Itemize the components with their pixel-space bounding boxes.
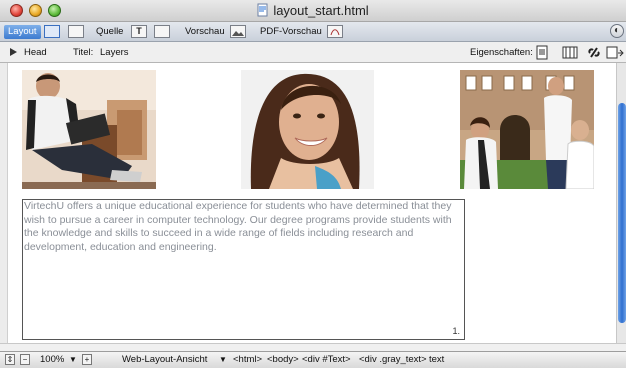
doc-icon bbox=[257, 3, 268, 17]
scrollbar-thumb[interactable] bbox=[618, 103, 626, 323]
head-label[interactable]: Head bbox=[24, 47, 47, 58]
breadcrumb-html[interactable]: <html> bbox=[233, 354, 262, 365]
title-value[interactable]: Layers bbox=[100, 47, 129, 58]
zoom-in-button[interactable]: + bbox=[82, 354, 92, 365]
toolbar-toggle-icon[interactable]: ◐ bbox=[610, 24, 624, 38]
columns-icon[interactable] bbox=[562, 45, 578, 60]
photo-smiling-woman[interactable] bbox=[241, 70, 374, 189]
app-window: layout_start.html Layout Quelle T Vorsch… bbox=[0, 0, 626, 368]
layer-number: 1. bbox=[452, 326, 460, 336]
tab-preview[interactable]: Vorschau bbox=[185, 25, 225, 39]
zoom-level[interactable]: 100% bbox=[40, 354, 64, 365]
zoom-out-button[interactable]: − bbox=[20, 354, 30, 365]
view-mode-dropdown-icon[interactable]: ▼ bbox=[219, 355, 227, 364]
stepper-icon[interactable]: ⇕ bbox=[5, 354, 15, 365]
zoom-dropdown-icon[interactable]: ▼ bbox=[69, 355, 77, 364]
horizontal-scrollbar[interactable] bbox=[0, 343, 626, 351]
head-bar: Head Titel: Layers Eigenschaften: bbox=[0, 42, 626, 63]
breadcrumb-text[interactable]: text bbox=[429, 354, 444, 365]
grid-icon[interactable] bbox=[44, 25, 60, 38]
layout-canvas[interactable]: VirtechU offers a unique educational exp… bbox=[7, 63, 616, 343]
panel-icon[interactable] bbox=[606, 45, 624, 60]
photo-student-laptop[interactable] bbox=[22, 70, 156, 189]
triangle-icon[interactable] bbox=[10, 48, 17, 56]
tab-source[interactable]: Quelle bbox=[96, 25, 123, 39]
photo-campus-students[interactable] bbox=[460, 70, 594, 189]
link-icon[interactable] bbox=[587, 45, 601, 60]
vertical-scrollbar[interactable] bbox=[616, 63, 626, 343]
text-t-icon[interactable]: T bbox=[131, 25, 147, 38]
status-bar: ⇕ − 100% ▼ + Web-Layout-Ansicht ▼ <html>… bbox=[0, 351, 626, 368]
breadcrumb-body[interactable]: <body> bbox=[267, 354, 299, 365]
image-icon[interactable] bbox=[230, 25, 246, 38]
breadcrumb-div-text[interactable]: <div #Text> bbox=[302, 354, 351, 365]
properties-label: Eigenschaften: bbox=[470, 47, 533, 58]
title-label: Titel: bbox=[73, 47, 94, 58]
tab-pdf-preview[interactable]: PDF-Vorschau bbox=[260, 25, 322, 39]
split-view-icon[interactable] bbox=[68, 25, 84, 38]
view-toolbar: Layout Quelle T Vorschau PDF-Vorschau ◐ bbox=[0, 22, 626, 42]
body-text[interactable]: VirtechU offers a unique educational exp… bbox=[24, 200, 464, 255]
pdf-icon[interactable] bbox=[327, 25, 343, 38]
view-mode-select[interactable]: Web-Layout-Ansicht bbox=[122, 354, 207, 365]
split-icon[interactable] bbox=[154, 25, 170, 38]
page-icon[interactable] bbox=[535, 45, 549, 60]
window-title-text: layout_start.html bbox=[273, 3, 369, 18]
tab-layout[interactable]: Layout bbox=[4, 25, 41, 39]
title-bar: layout_start.html bbox=[0, 0, 626, 22]
window-title: layout_start.html bbox=[0, 3, 626, 18]
text-layer-box[interactable]: VirtechU offers a unique educational exp… bbox=[22, 199, 465, 340]
breadcrumb-div-gray-text[interactable]: <div .gray_text> bbox=[359, 354, 427, 365]
